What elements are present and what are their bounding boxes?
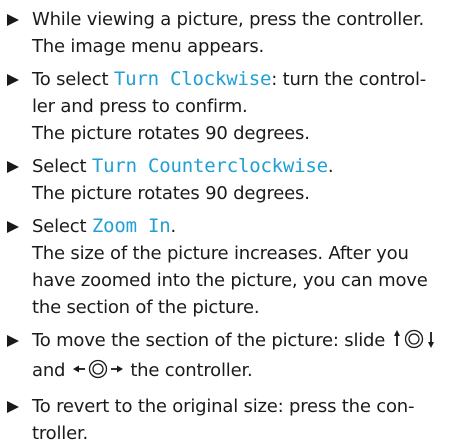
- step-6-line1: To revert to the original size: press th…: [32, 396, 415, 417]
- step-6: To revert to the original size: press th…: [6, 393, 460, 447]
- step-5-pre: To move the section of the picture: slid…: [32, 330, 391, 351]
- step-4-pre: Select: [32, 216, 92, 237]
- controller-slide-up-down-icon: [393, 329, 435, 357]
- step-1-instruction: While viewing a picture, press the contr…: [32, 9, 425, 30]
- bullet-triangle-icon: [7, 66, 25, 93]
- step-6-line2: troller.: [32, 423, 89, 444]
- bullet-triangle-icon: [7, 327, 25, 354]
- step-4-result-line1: The size of the picture increases. After…: [32, 243, 409, 264]
- step-3-result: The picture rotates 90 degrees.: [32, 183, 310, 204]
- step-2-post-line1: : turn the control-: [271, 69, 427, 90]
- menu-item-turn-counterclockwise: Turn Counterclockwise: [91, 155, 328, 177]
- step-2-pre: To select: [32, 69, 114, 90]
- step-2-result: The picture rotates 90 degrees.: [32, 123, 310, 144]
- bullet-triangle-icon: [7, 213, 25, 240]
- bullet-triangle-icon: [7, 6, 25, 33]
- bullet-triangle-icon: [7, 393, 25, 420]
- bullet-triangle-icon: [7, 153, 25, 180]
- step-3-pre: Select: [32, 156, 92, 177]
- step-1: While viewing a picture, press the contr…: [6, 6, 460, 60]
- step-5-mid: and: [32, 360, 71, 381]
- controller-slide-left-right-icon: [72, 359, 123, 387]
- step-1-result: The image menu appears.: [32, 36, 265, 57]
- step-3-post: .: [327, 156, 334, 177]
- step-5: To move the section of the picture: slid…: [6, 327, 460, 387]
- step-2: To select Turn Clockwise: turn the contr…: [6, 66, 460, 147]
- step-5-post: the controller.: [124, 360, 253, 381]
- instructions-page: While viewing a picture, press the contr…: [0, 0, 466, 444]
- step-2-post-line2: ler and press to confirm.: [32, 96, 248, 117]
- menu-item-turn-clockwise: Turn Clockwise: [113, 68, 272, 90]
- step-3: Select Turn Counterclockwise. The pictur…: [6, 153, 460, 207]
- step-4-result-line2: have zoomed into the picture, you can mo…: [32, 270, 428, 291]
- step-4: Select Zoom In. The size of the picture …: [6, 213, 460, 321]
- step-4-post: .: [170, 216, 177, 237]
- menu-item-zoom-in: Zoom In: [91, 215, 171, 237]
- step-4-result-line3: the section of the picture.: [32, 297, 260, 318]
